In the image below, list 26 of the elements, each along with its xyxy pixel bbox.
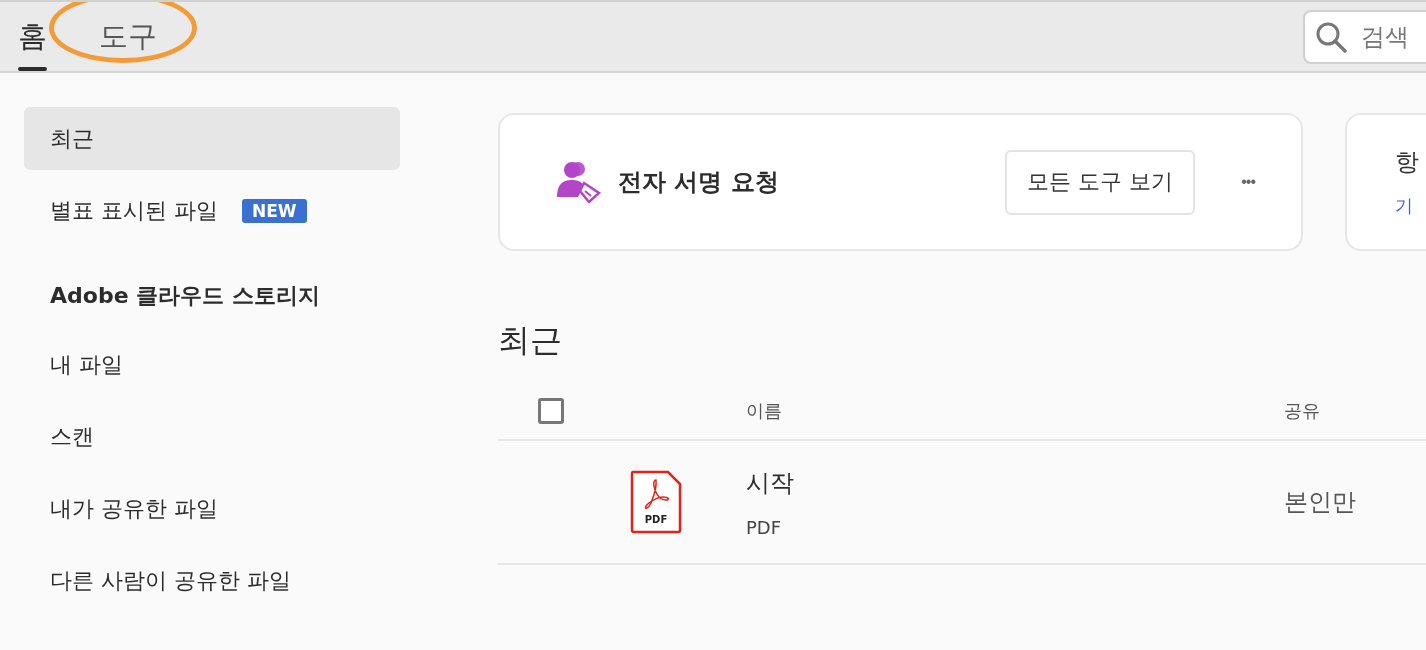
column-header[interactable]: 이름 [746, 399, 1284, 423]
all-tools-button[interactable]: 모든 도구 보기 [1005, 149, 1196, 215]
sidebar-item[interactable]: 내 파일 [24, 333, 400, 396]
section-title: Adobe 클라우드 스토리지 [49, 282, 321, 310]
column-header[interactable]: 공유 [1284, 399, 1426, 423]
nav-tab[interactable]: 홈 [18, 2, 47, 71]
signature-icon [556, 161, 602, 203]
sidebar-item[interactable]: 스캔 [24, 405, 400, 468]
card-title: 항 [1395, 147, 1419, 178]
card-link[interactable]: 기 [1395, 194, 1413, 218]
sidebar-item[interactable]: 별표 표시된 파일 NEW [24, 179, 400, 242]
search-icon [1315, 20, 1347, 53]
sidebar-item[interactable]: 다른 사람이 공유한 파일 [24, 549, 400, 612]
sharing-status: 본인만 [1284, 487, 1357, 518]
section-heading: 최근 [498, 320, 563, 361]
tool-title: 전자 서명 요청 [618, 167, 779, 198]
sidebar-item[interactable]: 내가 공유한 파일 [24, 477, 400, 540]
more-button[interactable]: ••• [1235, 172, 1261, 192]
file-name[interactable]: 시작 [746, 466, 1284, 499]
select-all-checkbox[interactable] [538, 398, 564, 424]
sidebar-item[interactable]: 최근 [24, 107, 400, 170]
file-type: PDF [746, 516, 783, 538]
pdf-file-icon: PDF [630, 470, 682, 534]
search-field[interactable]: 검색 [1303, 9, 1426, 64]
nav-tab[interactable]: 도구 [99, 2, 157, 71]
new-badge: NEW [242, 198, 307, 223]
